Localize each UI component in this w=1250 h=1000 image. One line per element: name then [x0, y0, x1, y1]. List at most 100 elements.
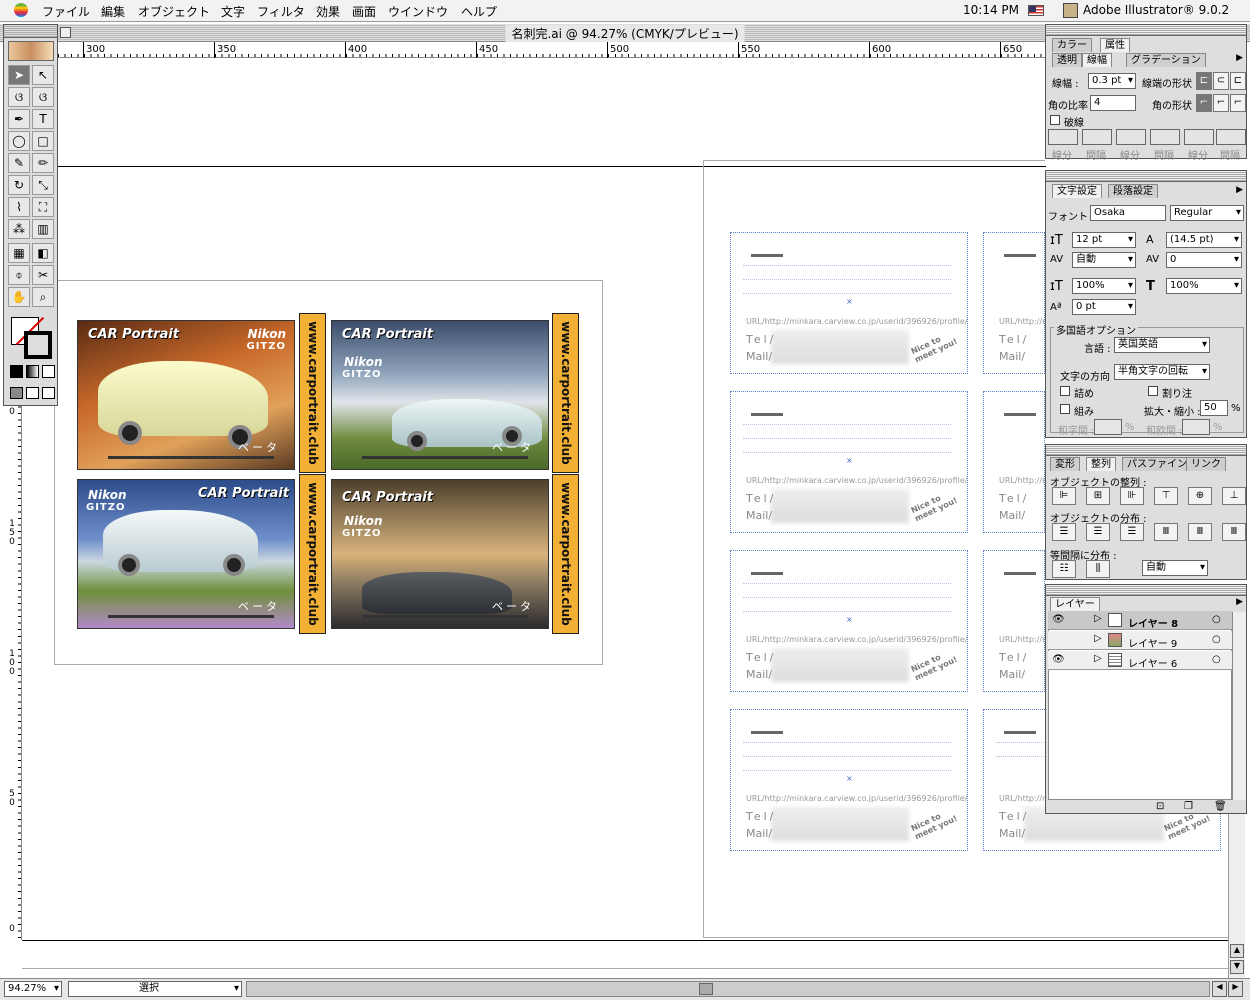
tab-links[interactable]: リンク [1186, 457, 1226, 471]
palette-titlebar[interactable] [1046, 445, 1246, 456]
tab-align[interactable]: 整列 [1086, 457, 1116, 471]
none-mode-icon[interactable] [42, 365, 55, 378]
direction-select[interactable]: 半角文字の回転 [1114, 364, 1210, 380]
menu-file[interactable]: ファイル [42, 3, 90, 19]
vertical-scrollbar[interactable]: ▲ ▼ [1228, 814, 1245, 978]
eyedropper-tool-icon[interactable]: ⌽ [8, 265, 30, 285]
scissors-tool-icon[interactable]: ✂ [32, 265, 54, 285]
language-select[interactable]: 英国英語 [1114, 337, 1210, 353]
vertical-spacing-button[interactable]: ☷ [1052, 560, 1076, 578]
palette-titlebar[interactable] [1046, 171, 1246, 182]
gradient-mode-icon[interactable] [26, 365, 39, 378]
target-icon[interactable]: ○ [1212, 614, 1221, 625]
tab-character[interactable]: 文字設定 [1052, 184, 1102, 198]
toolbox-titlebar[interactable] [4, 25, 57, 38]
layer-row[interactable]: 👁 ▷ レイヤー 6 ○ [1048, 651, 1232, 670]
tsume-checkbox[interactable] [1060, 386, 1070, 396]
palette-titlebar[interactable] [1046, 585, 1246, 596]
application-menu[interactable]: Adobe Illustrator® 9.0.2 [1083, 3, 1229, 17]
menu-view[interactable]: 画面 [352, 3, 376, 19]
target-icon[interactable]: ○ [1212, 654, 1221, 665]
gradient-tool-icon[interactable]: ◧ [32, 243, 54, 263]
wa-spacing-field[interactable] [1094, 419, 1122, 435]
card-template[interactable]: URL/http://minkara.carview.co.jp/userid/… [983, 391, 1046, 533]
miter-limit-field[interactable]: 4 [1090, 95, 1136, 111]
rectangle-tool-icon[interactable]: □ [32, 131, 54, 151]
round-join-button[interactable]: ⌐ [1213, 94, 1229, 112]
palette-menu-icon[interactable]: ▶ [1236, 597, 1243, 607]
target-icon[interactable]: ○ [1212, 634, 1221, 645]
rotate-tool-icon[interactable]: ↻ [8, 175, 30, 195]
leading-field[interactable]: (14.5 pt) [1166, 232, 1242, 248]
toolbox-palette[interactable]: ➤ ↖ ଓ ଓ ✒ T ◯ □ ✎ ✏ ↻ ⤡ ⌇ ⛶ ⁂ ▥ ▦ ◧ ⌽ ✂ … [3, 24, 58, 406]
selection-tool-icon[interactable]: ➤ [8, 65, 30, 85]
menu-filter[interactable]: フィルタ [257, 3, 305, 19]
align-hcenter-button[interactable]: ⊞ [1086, 487, 1110, 505]
expand-triangle-icon[interactable]: ▷ [1094, 613, 1102, 624]
tab-transform[interactable]: 変形 [1050, 457, 1080, 471]
url-band[interactable]: www.carportrait.club [299, 474, 326, 634]
menu-effect[interactable]: 効果 [316, 3, 340, 19]
card-template[interactable]: URL/http://minkara.carview.co.jp/userid/… [983, 550, 1046, 692]
trash-icon[interactable]: 🗑 [1214, 801, 1227, 812]
dash-field[interactable] [1116, 129, 1146, 145]
layers-palette[interactable]: レイヤー ▶ 👁 ▷ レイヤー 8 ○ ▷ レイヤー 9 ○ 👁 ▷ レイヤー … [1045, 584, 1247, 814]
tab-attributes[interactable]: 属性 [1100, 38, 1130, 52]
expand-triangle-icon[interactable]: ▷ [1094, 653, 1102, 664]
align-right-button[interactable]: ⊪ [1120, 487, 1144, 505]
kerning-field[interactable]: 自動 [1072, 252, 1136, 268]
menu-window[interactable]: ウインドウ [388, 3, 448, 19]
free-transform-tool-icon[interactable]: ⛶ [32, 197, 54, 217]
tab-paragraph[interactable]: 段落設定 [1108, 184, 1158, 198]
pencil-tool-icon[interactable]: ✏ [32, 153, 54, 173]
zoom-level-field[interactable]: 94.27% [4, 981, 62, 997]
layers-scrollbar[interactable] [1232, 612, 1246, 800]
application-icon[interactable] [1063, 3, 1078, 18]
direct-lasso-tool-icon[interactable]: ଓ [32, 87, 54, 107]
tab-color[interactable]: カラー [1052, 38, 1092, 52]
brush-tool-icon[interactable]: ✎ [8, 153, 30, 173]
scroll-thumb[interactable] [699, 983, 713, 995]
screen-mode-full-icon[interactable] [42, 387, 55, 399]
layer-name[interactable]: レイヤー 8 [1128, 615, 1178, 630]
url-band[interactable]: www.carportrait.club [552, 313, 579, 473]
eye-icon[interactable]: 👁 [1052, 614, 1065, 625]
distribute-top-button[interactable]: ☰ [1052, 523, 1076, 541]
font-size-field[interactable]: 12 pt [1072, 232, 1136, 248]
card-template[interactable]: × URL/http://minkara.carview.co.jp/useri… [730, 550, 968, 692]
palette-menu-icon[interactable]: ▶ [1236, 185, 1243, 195]
dashed-line-checkbox[interactable] [1050, 115, 1060, 125]
adobe-flower-icon[interactable] [8, 41, 54, 61]
distribute-hcenter-button[interactable]: Ⅲ [1188, 523, 1212, 541]
zoom-tool-icon[interactable]: ⌕ [32, 287, 54, 307]
business-card-artwork[interactable]: CAR Portrait Nikon GITZO ベータ [331, 479, 549, 629]
font-family-field[interactable]: Osaka [1090, 205, 1166, 221]
square-cap-button[interactable]: ⊏ [1230, 72, 1246, 90]
screen-mode-full-menu-icon[interactable] [26, 387, 39, 399]
horizontal-scale-field[interactable]: 100% [1166, 278, 1242, 294]
new-layer-icon[interactable]: ❐ [1184, 801, 1193, 812]
ellipse-tool-icon[interactable]: ◯ [8, 131, 30, 151]
layer-row[interactable]: ▷ レイヤー 9 ○ [1048, 631, 1232, 650]
url-band[interactable]: www.carportrait.club [552, 474, 579, 634]
palette-menu-icon[interactable]: ▶ [1236, 53, 1243, 63]
tracking-field[interactable]: 0 [1166, 252, 1242, 268]
align-palette[interactable]: 変形 整列 パスファインダ リンク オブジェクトの整列 : ⊫ ⊞ ⊪ ⊤ ⊕ … [1045, 444, 1247, 580]
gap-field[interactable] [1216, 129, 1246, 145]
distribute-vcenter-button[interactable]: ☰ [1086, 523, 1110, 541]
miter-join-button[interactable]: ⌐ [1196, 94, 1212, 112]
card-template[interactable]: × URL/http://minkara.carview.co.jp/useri… [730, 391, 968, 533]
url-band[interactable]: www.carportrait.club [299, 313, 326, 473]
status-tool-select[interactable]: 選択 [68, 981, 242, 997]
lasso-tool-icon[interactable]: ଓ [8, 87, 30, 107]
stroke-swatch[interactable] [24, 331, 52, 359]
owan-spacing-field[interactable] [1182, 419, 1210, 435]
align-vcenter-button[interactable]: ⊕ [1188, 487, 1212, 505]
menu-edit[interactable]: 編集 [101, 3, 125, 19]
gap-field[interactable] [1150, 129, 1180, 145]
graph-tool-icon[interactable]: ▥ [32, 219, 54, 239]
eye-icon[interactable]: 👁 [1052, 654, 1065, 665]
align-top-button[interactable]: ⊤ [1154, 487, 1178, 505]
symbol-sprayer-icon[interactable]: ⁂ [8, 219, 30, 239]
align-left-button[interactable]: ⊫ [1052, 487, 1076, 505]
